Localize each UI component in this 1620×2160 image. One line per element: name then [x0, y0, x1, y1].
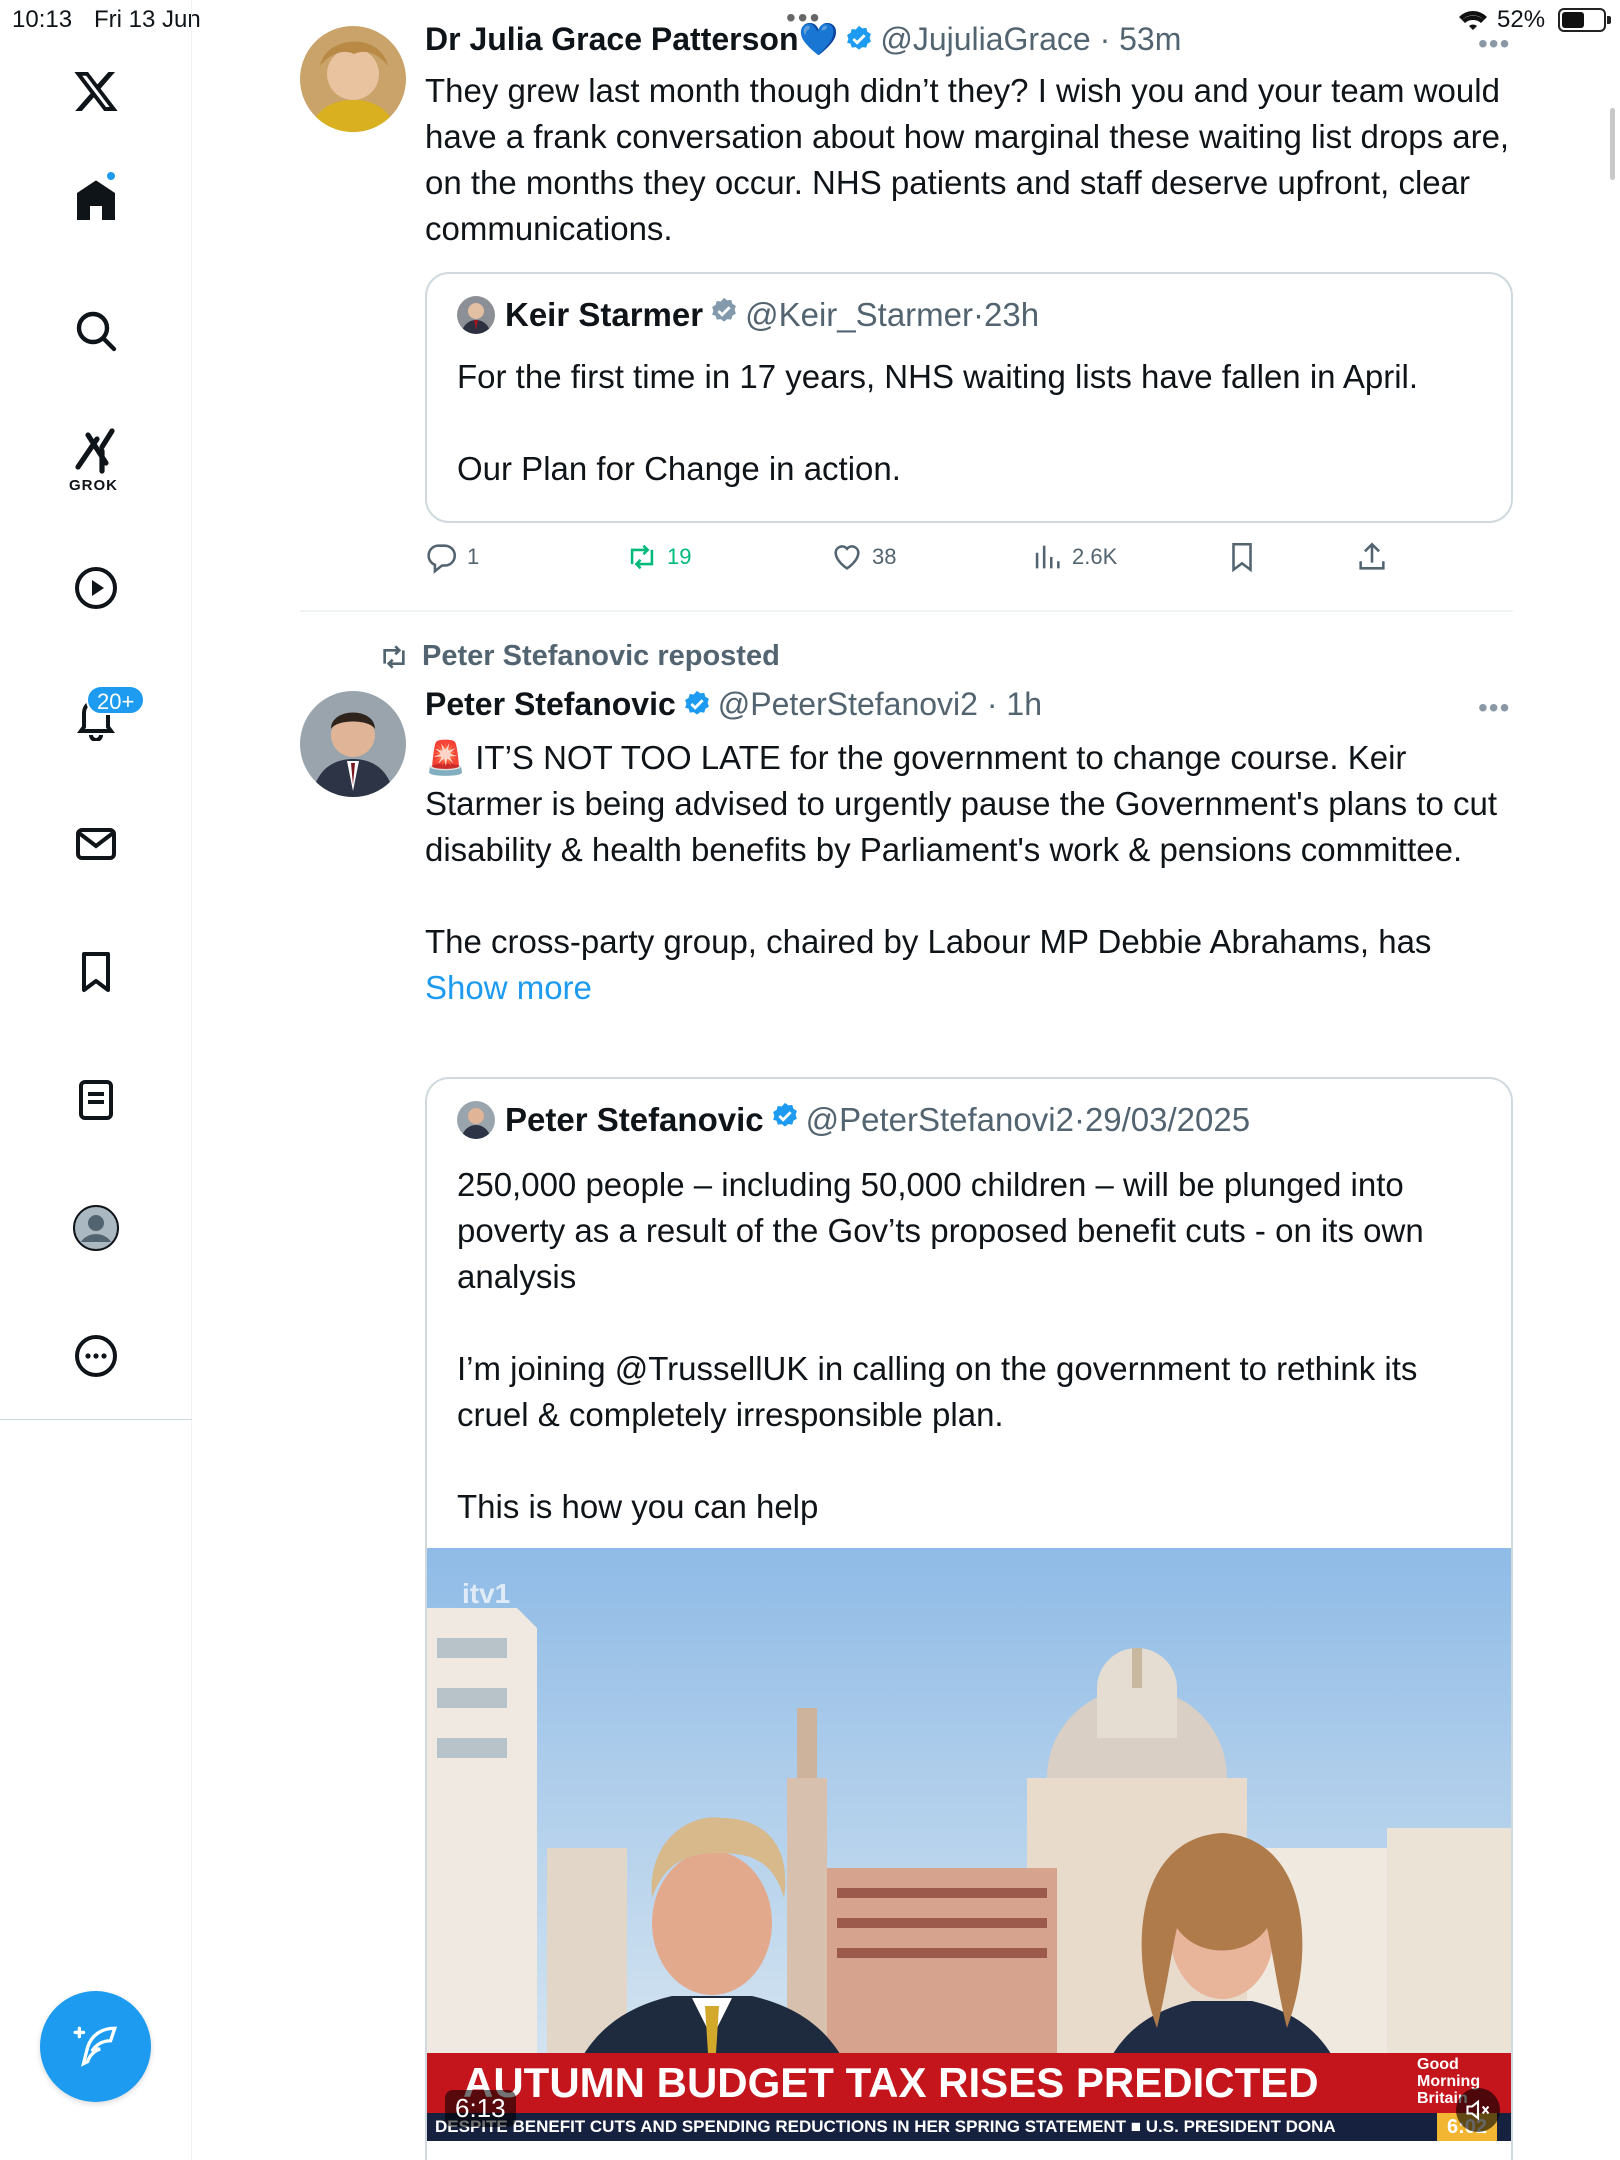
tweet-text: They grew last month though didn’t they?… [425, 72, 1519, 247]
video-duration: 6:13 [445, 2090, 516, 2127]
feed-scrollbar[interactable] [1610, 108, 1615, 180]
tweet-divider [300, 610, 1513, 612]
author-name[interactable]: Dr Julia Grace Patterson💙 [425, 21, 838, 57]
share-icon [1359, 542, 1385, 570]
messages-icon[interactable] [55, 803, 137, 885]
tweet-header: Peter Stefanovic @PeterStefanovi2 · 1h [425, 686, 1042, 727]
quoted-author-handle: @Keir_Starmer [745, 296, 973, 333]
view-count: 2.6K [1072, 544, 1118, 569]
quoted-tweet[interactable]: Peter Stefanovic @PeterStefanovi2 · 29/03… [425, 1077, 1513, 2160]
views-icon [1035, 545, 1060, 569]
compose-feather-icon [73, 2026, 117, 2067]
bookmark-button[interactable] [1225, 540, 1267, 574]
verified-badge-icon [770, 1101, 800, 1139]
quoted-author-name: Keir Starmer [505, 296, 704, 333]
tweet-more-icon[interactable]: ••• [1478, 28, 1510, 60]
repost-count: 19 [667, 544, 692, 569]
bookmark-icon [1232, 542, 1252, 573]
repost-icon [630, 544, 654, 570]
show-more-link[interactable]: Show more [425, 969, 592, 1006]
more-icon[interactable] [55, 1315, 137, 1397]
home-unread-dot [105, 170, 117, 182]
video-player[interactable]: itv1 AUTUMN BUDGET TAX RISES PREDICTED G… [427, 1548, 1511, 2141]
compose-button[interactable] [40, 1991, 151, 2102]
bookmarks-icon[interactable] [55, 931, 137, 1013]
verified-badge-icon [682, 689, 712, 727]
grok-label: GROK [69, 477, 118, 494]
quoted-author-handle: @PeterStefanovi2 [805, 1101, 1074, 1138]
itv-watermark: itv1 [462, 1578, 511, 1609]
quoted-tweet-age: 29/03/2025 [1084, 1101, 1251, 1138]
views-button[interactable]: 2.6K [1030, 540, 1117, 574]
like-button[interactable]: 38 [830, 540, 896, 574]
tweet-age[interactable]: 53m [1119, 21, 1181, 57]
share-button[interactable] [1355, 540, 1397, 574]
reply-icon [427, 544, 457, 574]
tweet-more-icon[interactable]: ••• [1478, 692, 1510, 724]
quoted-tweet-age: 23h [984, 296, 1040, 333]
avatar[interactable] [300, 26, 406, 132]
like-count: 38 [872, 544, 897, 569]
speaker-muted-icon [1466, 2099, 1490, 2121]
battery-icon [1558, 8, 1611, 32]
home-icon[interactable] [55, 160, 137, 242]
repost-icon [383, 644, 405, 669]
search-icon[interactable] [55, 290, 137, 372]
mute-button[interactable] [1456, 2088, 1500, 2132]
heart-icon [834, 545, 860, 570]
tweet-age[interactable]: 1h [1006, 686, 1042, 722]
news-ticker: DESPITE BENEFIT CUTS AND SPENDING REDUCT… [427, 2113, 1511, 2141]
tweet-actions: 1 19 38 2.6K [425, 540, 1425, 584]
repost-label[interactable]: Peter Stefanovic reposted [422, 640, 780, 673]
video-icon[interactable] [55, 547, 137, 629]
news-banner: AUTUMN BUDGET TAX RISES PREDICTED [427, 2053, 1511, 2113]
repost-context: Peter Stefanovic reposted [378, 640, 780, 673]
author-handle[interactable]: @JujuliaGrace [880, 21, 1090, 57]
quoted-tweet-text: 250,000 people – including 50,000 childr… [457, 1166, 1424, 1525]
quoted-tweet-header: Keir Starmer @Keir_Starmer · 23h [457, 296, 1039, 334]
quoted-tweet-text: For the first time in 17 years, NHS wait… [457, 358, 1419, 487]
avatar [457, 296, 495, 334]
lists-icon[interactable] [55, 1059, 137, 1141]
author-name[interactable]: Peter Stefanovic [425, 686, 676, 722]
avatar [457, 1101, 495, 1139]
avatar[interactable] [300, 691, 406, 797]
repost-button[interactable]: 19 [625, 540, 691, 574]
sidebar-divider [0, 1419, 192, 1420]
tweet-header: Dr Julia Grace Patterson💙 @JujuliaGrace ·… [425, 20, 1181, 62]
tweet-text: 🚨 IT’S NOT TOO LATE for the government t… [425, 739, 1498, 1006]
reply-count: 1 [467, 544, 480, 569]
x-logo-icon[interactable] [55, 50, 137, 132]
quoted-tweet[interactable]: Keir Starmer @Keir_Starmer · 23h For the … [425, 272, 1513, 523]
reply-button[interactable]: 1 [425, 540, 479, 574]
author-handle[interactable]: @PeterStefanovi2 [718, 686, 978, 722]
verified-badge-icon [844, 24, 874, 62]
quoted-author-name: Peter Stefanovic [505, 1101, 764, 1138]
sidebar-nav: GROK 20+ [0, 0, 192, 2160]
quoted-tweet-header: Peter Stefanovic @PeterStefanovi2 · 29/03… [457, 1101, 1250, 1139]
notifications-badge: 20+ [86, 685, 146, 715]
profile-avatar-icon[interactable] [55, 1187, 137, 1269]
verified-badge-icon [709, 296, 739, 334]
